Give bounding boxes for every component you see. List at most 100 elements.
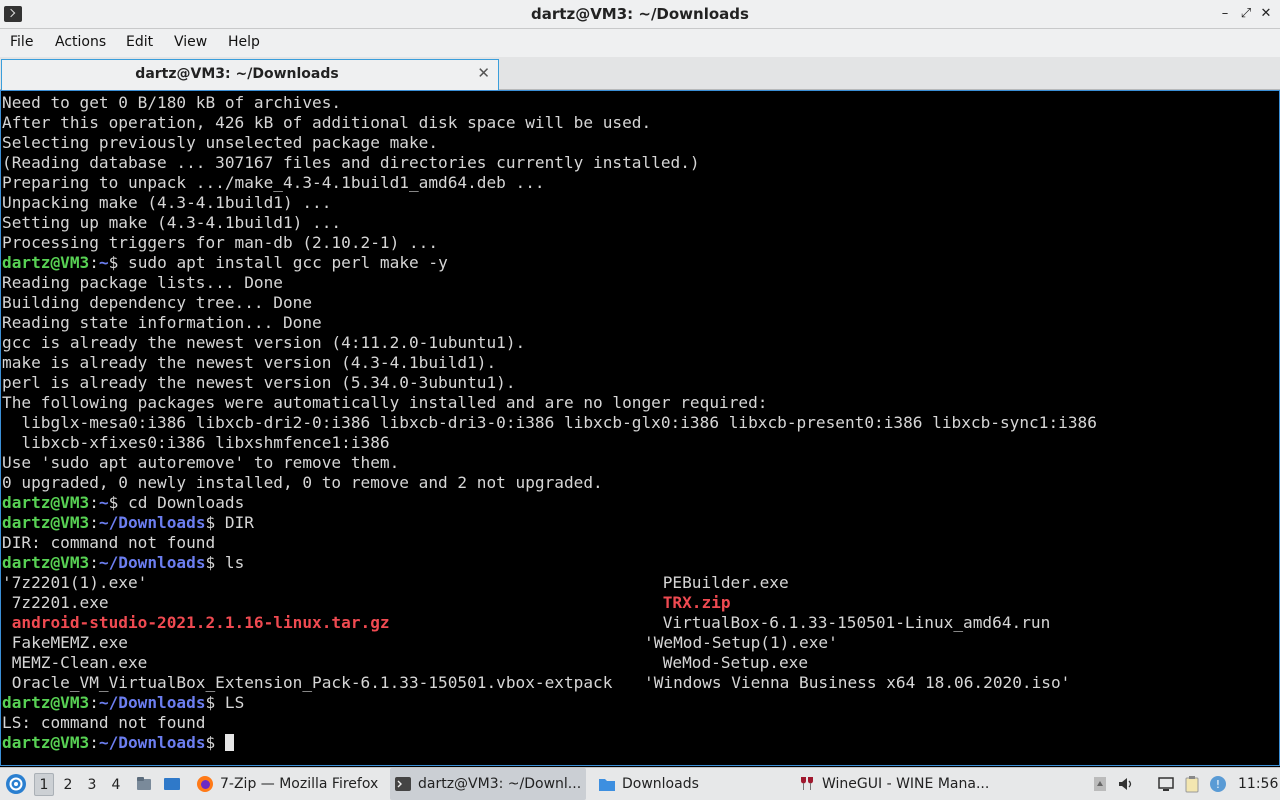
tray-arrow-icon[interactable]	[1090, 768, 1110, 800]
prompt-path: ~/Downloads	[98, 733, 206, 752]
task-downloads[interactable]: Downloads	[594, 768, 790, 800]
output-line: Building dependency tree... Done	[2, 293, 313, 312]
ls-entry: '7z2201(1).exe'	[2, 573, 148, 592]
ls-entry: Oracle_VM_VirtualBox_Extension_Pack-6.1.…	[2, 673, 613, 692]
prompt-path: ~	[98, 253, 109, 272]
prompt-userhost: dartz@VM3	[2, 493, 90, 512]
prompt-sep: :	[89, 693, 99, 712]
prompt-userhost: dartz@VM3	[2, 253, 90, 272]
workspace-1[interactable]: 1	[34, 773, 54, 796]
prompt-line: dartz@VM3:~$ sudo apt install gcc perl m…	[2, 253, 1265, 273]
output-line: make is already the newest version (4.3-…	[2, 353, 497, 372]
prompt-path: ~	[98, 493, 109, 512]
output-line: Use 'sudo apt autoremove' to remove them…	[2, 453, 400, 472]
prompt-userhost: dartz@VM3	[2, 733, 90, 752]
tab-close-icon[interactable]: ✕	[477, 64, 490, 82]
prompt-sigil: $	[205, 733, 225, 752]
start-menu-icon[interactable]	[4, 768, 28, 800]
maximize-icon[interactable]: ⤢	[1238, 6, 1254, 22]
ls-row: MEMZ-Clean.exe WeMod-Setup.exe	[2, 653, 1265, 673]
output-line: Setting up make (4.3-4.1build1) ...	[2, 213, 342, 232]
prompt-path: ~/Downloads	[98, 693, 206, 712]
menu-actions[interactable]: Actions	[54, 34, 107, 50]
prompt-line: dartz@VM3:~/Downloads$ DIR	[2, 513, 1265, 533]
prompt-sep: :	[89, 253, 99, 272]
prompt-userhost: dartz@VM3	[2, 693, 90, 712]
command-text: ls	[224, 553, 245, 572]
terminal-scrollbar[interactable]	[1267, 91, 1279, 765]
output-line: Unpacking make (4.3-4.1build1) ...	[2, 193, 332, 212]
prompt-line: dartz@VM3:~/Downloads$ ls	[2, 553, 1265, 573]
ls-row: Oracle_VM_VirtualBox_Extension_Pack-6.1.…	[2, 673, 1265, 693]
terminal-icon	[394, 775, 412, 793]
menu-edit[interactable]: Edit	[125, 34, 154, 50]
prompt-sigil: $	[205, 513, 225, 532]
menu-bar: File Actions Edit View Help	[0, 29, 1280, 57]
prompt-sigil: $	[205, 693, 225, 712]
command-text: DIR	[224, 513, 254, 532]
ls-entry: 'Windows Vienna Business x64 18.06.2020.…	[644, 673, 1071, 692]
prompt-line-active[interactable]: dartz@VM3:~/Downloads$	[2, 733, 1265, 753]
ls-row: 7z2201.exe TRX.zip	[2, 593, 1265, 613]
output-line: libglx-mesa0:i386 libxcb-dri2-0:i386 lib…	[2, 413, 1097, 432]
task-label: 7-Zip — Mozilla Firefox	[220, 776, 379, 792]
tab-label: dartz@VM3: ~/Downloads	[135, 66, 339, 82]
prompt-sigil: $	[108, 493, 129, 512]
output-line: gcc is already the newest version (4:11.…	[2, 333, 526, 352]
prompt-sigil: $	[108, 253, 129, 272]
task-winegui[interactable]: WineGUI - WINE Mana...	[794, 768, 990, 800]
output-line: perl is already the newest version (5.34…	[2, 373, 516, 392]
tab-terminal[interactable]: dartz@VM3: ~/Downloads ✕	[1, 59, 499, 90]
workspace-3[interactable]: 3	[82, 773, 102, 796]
output-line: libxcb-xfixes0:i386 libxshmfence1:i386	[2, 433, 390, 452]
clipboard-icon[interactable]	[1182, 768, 1202, 800]
command-text: cd Downloads	[128, 493, 245, 512]
workspace-4[interactable]: 4	[106, 773, 126, 796]
prompt-userhost: dartz@VM3	[2, 553, 90, 572]
output-line: Preparing to unpack .../make_4.3-4.1buil…	[2, 173, 545, 192]
ls-entry: WeMod-Setup.exe	[653, 653, 809, 672]
text-cursor	[224, 734, 234, 751]
output-line: DIR: command not found	[2, 533, 216, 552]
window-title: dartz@VM3: ~/Downloads	[531, 5, 749, 23]
tab-bar: dartz@VM3: ~/Downloads ✕	[0, 57, 1280, 90]
output-line: Reading package lists... Done	[2, 273, 283, 292]
ls-entry: 'WeMod-Setup(1).exe'	[644, 633, 838, 652]
output-line: 0 upgraded, 0 newly installed, 0 to remo…	[2, 473, 603, 492]
output-line: Processing triggers for man-db (2.10.2-1…	[2, 233, 439, 252]
task-label: dartz@VM3: ~/Downl...	[418, 776, 582, 792]
prompt-line: dartz@VM3:~/Downloads$ LS	[2, 693, 1265, 713]
menu-help[interactable]: Help	[227, 34, 261, 50]
update-notifier-icon[interactable]: !	[1208, 768, 1228, 800]
clock[interactable]: 11:56	[1238, 768, 1278, 800]
ls-row: FakeMEMZ.exe 'WeMod-Setup(1).exe'	[2, 633, 1265, 653]
ls-entry-archive: android-studio-2021.2.1.16-linux.tar.gz	[2, 613, 390, 632]
output-line: Selecting previously unselected package …	[2, 133, 439, 152]
network-icon[interactable]	[1156, 768, 1176, 800]
ls-entry: VirtualBox-6.1.33-150501-Linux_amd64.run	[653, 613, 1051, 632]
task-terminal[interactable]: dartz@VM3: ~/Downl...	[390, 768, 586, 800]
show-desktop-icon[interactable]	[162, 768, 182, 800]
output-line: Need to get 0 B/180 kB of archives.	[2, 93, 342, 112]
folder-icon	[598, 775, 616, 793]
output-line: LS: command not found	[2, 713, 206, 732]
prompt-sep: :	[89, 733, 99, 752]
task-firefox[interactable]: 7-Zip — Mozilla Firefox	[192, 768, 382, 800]
svg-text:!: !	[1216, 778, 1220, 791]
taskbar: 1 2 3 4 7-Zip — Mozilla Firefox dartz@VM…	[0, 767, 1280, 800]
prompt-path: ~/Downloads	[98, 513, 206, 532]
close-icon[interactable]: ✕	[1258, 6, 1274, 22]
file-manager-launcher-icon[interactable]	[134, 768, 154, 800]
output-line: The following packages were automaticall…	[2, 393, 768, 412]
minimize-icon[interactable]: –	[1217, 6, 1233, 22]
menu-file[interactable]: File	[9, 34, 34, 50]
workspace-2[interactable]: 2	[58, 773, 78, 796]
task-label: Downloads	[622, 776, 699, 792]
window-titlebar: dartz@VM3: ~/Downloads – ⤢ ✕	[0, 0, 1280, 29]
menu-view[interactable]: View	[173, 34, 208, 50]
prompt-sep: :	[89, 493, 99, 512]
terminal-view[interactable]: Need to get 0 B/180 kB of archives. Afte…	[0, 90, 1280, 766]
volume-icon[interactable]	[1116, 768, 1136, 800]
task-label: WineGUI - WINE Mana...	[822, 776, 990, 792]
command-text: sudo apt install gcc perl make -y	[128, 253, 448, 272]
